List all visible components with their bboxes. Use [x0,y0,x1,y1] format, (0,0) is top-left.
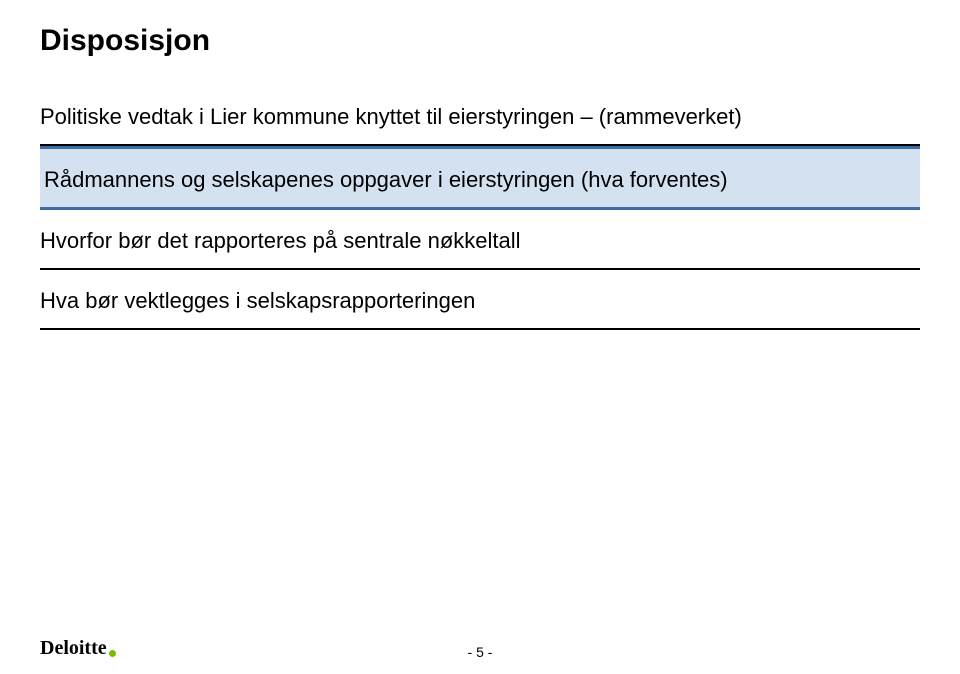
agenda-item-3: Hvorfor bør det rapporteres på sentrale … [40,210,920,270]
slide-footer: Deloitte - 5 - [40,634,920,660]
agenda-item-4: Hva bør vektlegges i selskapsrapporterin… [40,270,920,330]
slide-title: Disposisjon [40,24,920,58]
slide-page: Disposisjon Politiske vedtak i Lier komm… [0,0,960,674]
page-number: - 5 - [40,644,920,660]
agenda-item-1: Politiske vedtak i Lier kommune knyttet … [40,86,920,146]
agenda-item-2-highlighted: Rådmannens og selskapenes oppgaver i eie… [40,146,920,210]
